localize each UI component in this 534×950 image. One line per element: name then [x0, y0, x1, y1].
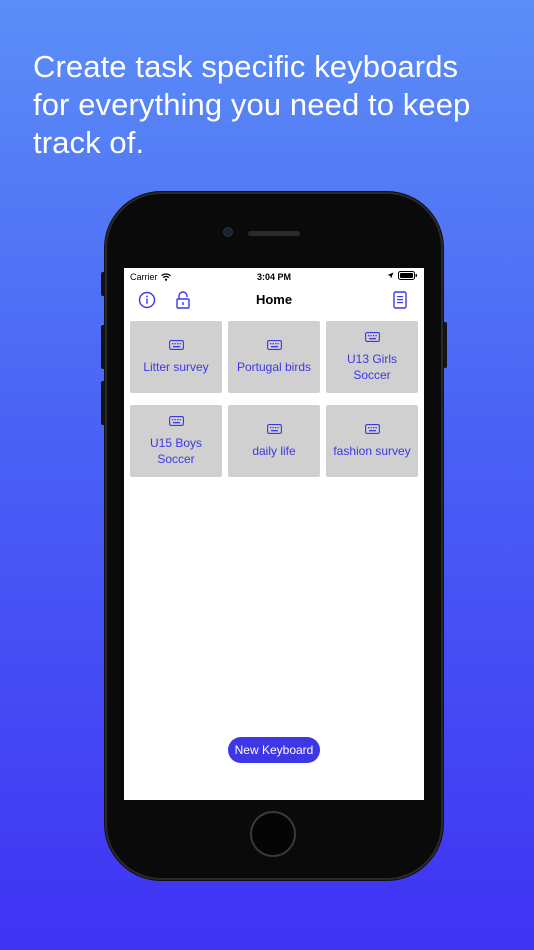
keyboard-tile-fashion-survey[interactable]: fashion survey	[326, 405, 418, 477]
page-title: Home	[255, 292, 293, 307]
keyboard-tile-label: U15 Boys Soccer	[149, 435, 203, 466]
keyboard-icon	[266, 339, 282, 350]
notebook-icon[interactable]	[390, 290, 410, 310]
keyboard-icon	[168, 415, 184, 426]
keyboard-tile-litter-survey[interactable]: Litter survey	[130, 321, 222, 393]
battery-icon	[398, 271, 417, 280]
status-bar: Carrier 3:04 PM	[124, 268, 424, 284]
keyboard-tile-label: Portugal birds	[236, 359, 312, 374]
keyboard-tile-label: daily life	[252, 443, 296, 458]
phone-home-button[interactable]	[250, 811, 296, 857]
status-right-indicators	[387, 271, 418, 280]
headline-line-3: track of.	[33, 125, 145, 160]
keyboard-tile-label: Litter survey	[143, 359, 209, 374]
status-time: 3:04 PM	[256, 272, 291, 282]
keyboard-tile-label: U13 Girls Soccer	[346, 351, 397, 382]
keyboard-tile-daily-life[interactable]: daily life	[228, 405, 320, 477]
new-keyboard-button[interactable]: New Keyboard	[228, 737, 320, 763]
keyboard-tile-u15-boys-soccer[interactable]: U15 Boys Soccer	[130, 405, 222, 477]
promo-headline: Create task specific keyboards for every…	[33, 48, 513, 162]
keyboard-icon	[364, 331, 380, 342]
app-screen: Carrier 3:04 PM Home Litter survey Portu…	[124, 268, 424, 800]
navigation-bar: Home	[124, 286, 424, 312]
keyboard-tile-portugal-birds[interactable]: Portugal birds	[228, 321, 320, 393]
keyboard-tile-label: fashion survey	[333, 443, 411, 458]
keyboard-icon	[168, 339, 184, 350]
keyboard-grid: Litter survey Portugal birds U13 Girls S…	[130, 321, 418, 477]
headline-line-1: Create task specific keyboards	[33, 49, 459, 84]
keyboard-tile-u13-girls-soccer[interactable]: U13 Girls Soccer	[326, 321, 418, 393]
keyboard-icon	[266, 423, 282, 434]
phone-speaker	[248, 231, 300, 236]
headline-line-2: for everything you need to keep	[33, 87, 471, 122]
keyboard-icon	[364, 423, 380, 434]
phone-camera	[224, 228, 232, 236]
location-arrow-icon	[387, 272, 394, 279]
